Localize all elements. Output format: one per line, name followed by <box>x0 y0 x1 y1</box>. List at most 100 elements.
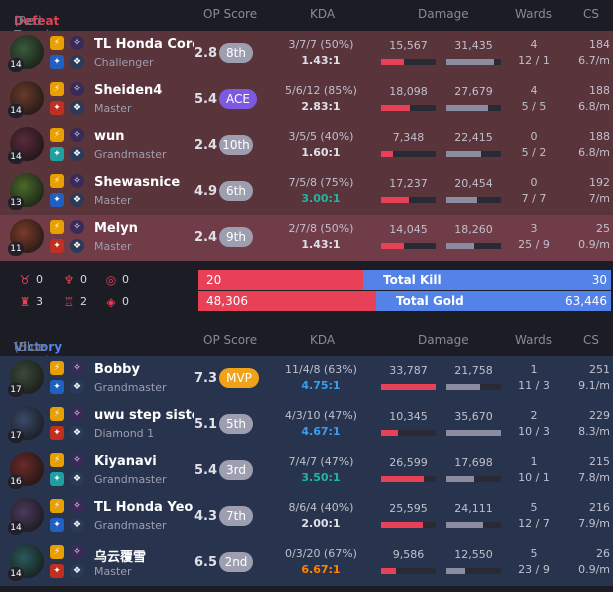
kda-ratio: 1.60:1 <box>301 146 341 159</box>
op-score-header: OP Score <box>203 7 258 21</box>
creep-score: 188 <box>589 84 610 97</box>
damage-header: Damage <box>418 333 469 347</box>
kda-score: 3/5/5 (40%) <box>288 130 354 143</box>
summoner-spell-icon[interactable]: ✦ <box>50 147 64 161</box>
op-score: 5.4 <box>194 92 218 107</box>
summoner-spell-icon[interactable]: ✦ <box>50 380 64 394</box>
red-player-row[interactable]: 14 ⚡ ✦ ✧ ❖ wun Grandmaster 2.4 10th 3/5/… <box>0 123 613 169</box>
summoner-name[interactable]: TL Honda Core... <box>94 37 194 52</box>
op-score: 5.4 <box>194 463 218 478</box>
damage-taken-bar <box>446 59 501 65</box>
damage-dealt: 25,595 <box>389 502 428 515</box>
secondary-rune-icon[interactable]: ❖ <box>70 147 84 161</box>
summoner-spell-flash-icon[interactable]: ⚡ <box>50 407 64 421</box>
keystone-rune-icon[interactable]: ✧ <box>70 453 84 467</box>
blue-player-row[interactable]: 17 ⚡ ✦ ✧ ❖ uwu step sister Diamond 1 5.1… <box>0 402 613 448</box>
secondary-rune-icon[interactable]: ❖ <box>70 101 84 115</box>
keystone-rune-icon[interactable]: ✧ <box>70 82 84 96</box>
op-score-header: OP Score <box>203 333 258 347</box>
kda-score: 3/7/7 (50%) <box>288 38 354 51</box>
red-player-row[interactable]: 13 ⚡ ✦ ✧ ❖ Shewasnice Master 4.9 6th 7/5… <box>0 169 613 215</box>
damage-taken-bar <box>446 476 501 482</box>
keystone-rune-icon[interactable]: ✧ <box>70 128 84 142</box>
champion-level: 11 <box>8 242 24 256</box>
blue-player-row[interactable]: 17 ⚡ ✦ ✧ ❖ Bobby Grandmaster 7.3 MVP 11/… <box>0 356 613 402</box>
summoner-spell-icon[interactable]: ✦ <box>50 472 64 486</box>
summoner-spell-icon[interactable]: ✦ <box>50 518 64 532</box>
damage-dealt-bar <box>381 430 436 436</box>
champion-level: 14 <box>8 521 24 535</box>
summoner-name[interactable]: wun <box>94 129 194 144</box>
kda-score: 0/3/20 (67%) <box>285 547 357 560</box>
secondary-rune-icon[interactable]: ❖ <box>70 518 84 532</box>
keystone-rune-icon[interactable]: ✧ <box>70 174 84 188</box>
keystone-rune-icon[interactable]: ✧ <box>70 361 84 375</box>
blue-player-row[interactable]: 14 ⚡ ✦ ✧ ❖ 乌云覆雪 Master 6.5 2nd 0/3/20 (6… <box>0 540 613 586</box>
control-wards: 5 <box>530 501 538 514</box>
secondary-rune-icon[interactable]: ❖ <box>70 193 84 207</box>
kda-ratio: 3.00:1 <box>301 192 341 205</box>
secondary-rune-icon[interactable]: ❖ <box>70 426 84 440</box>
summoner-spell-flash-icon[interactable]: ⚡ <box>50 36 64 50</box>
creep-score: 251 <box>589 363 610 376</box>
damage-dealt-bar <box>381 151 436 157</box>
red-player-row[interactable]: 14 ⚡ ✦ ✧ ❖ Sheiden4 Master 5.4 ACE 5/6/1… <box>0 77 613 123</box>
secondary-rune-icon[interactable]: ❖ <box>70 239 84 253</box>
keystone-rune-icon[interactable]: ✧ <box>70 545 84 559</box>
summoner-spell-flash-icon[interactable]: ⚡ <box>50 545 64 559</box>
keystone-rune-icon[interactable]: ✧ <box>70 407 84 421</box>
summoner-spell-icon[interactable]: ✦ <box>50 193 64 207</box>
summoner-name[interactable]: Kiyanavi <box>94 454 194 469</box>
summoner-name[interactable]: Melyn <box>94 221 194 236</box>
secondary-rune-icon[interactable]: ❖ <box>70 55 84 69</box>
wards-placed-killed: 5 / 2 <box>521 146 547 159</box>
summoner-tier: Master <box>94 194 132 207</box>
red-player-row[interactable]: 11 ⚡ ✦ ✧ ❖ Melyn Master 2.4 9th 2/7/8 (5… <box>0 215 613 261</box>
summoner-spell-flash-icon[interactable]: ⚡ <box>50 220 64 234</box>
summoner-name[interactable]: Bobby <box>94 362 194 377</box>
champion-level: 14 <box>8 150 24 164</box>
summoner-name[interactable]: 乌云覆雪 <box>94 546 194 565</box>
keystone-rune-icon[interactable]: ✧ <box>70 499 84 513</box>
red-player-row[interactable]: 14 ⚡ ✦ ✧ ❖ TL Honda Core... Challenger 2… <box>0 31 613 77</box>
champion-level: 17 <box>8 429 24 443</box>
damage-taken: 31,435 <box>454 39 493 52</box>
wards-placed-killed: 12 / 7 <box>518 517 550 530</box>
summoner-spell-icon[interactable]: ✦ <box>50 239 64 253</box>
cs-per-minute: 6.7/m <box>578 54 610 67</box>
blue-player-row[interactable]: 14 ⚡ ✦ ✧ ❖ TL Honda Yeon Grandmaster 4.3… <box>0 494 613 540</box>
blue-player-row[interactable]: 16 ⚡ ✦ ✧ ❖ Kiyanavi Grandmaster 5.4 3rd … <box>0 448 613 494</box>
dragon-count: ♆ 0 <box>63 273 87 287</box>
summoner-name[interactable]: Shewasnice <box>94 175 194 190</box>
secondary-rune-icon[interactable]: ❖ <box>70 380 84 394</box>
summoner-spell-flash-icon[interactable]: ⚡ <box>50 453 64 467</box>
summoner-name[interactable]: TL Honda Yeon <box>94 500 194 515</box>
summoner-spell-icon[interactable]: ✦ <box>50 426 64 440</box>
summoner-spell-icon[interactable]: ✦ <box>50 101 64 115</box>
kda-score: 8/6/4 (40%) <box>288 501 354 514</box>
summoner-spell-flash-icon[interactable]: ⚡ <box>50 128 64 142</box>
kda-score: 11/4/8 (63%) <box>285 363 357 376</box>
summoner-spell-flash-icon[interactable]: ⚡ <box>50 499 64 513</box>
summoner-spell-flash-icon[interactable]: ⚡ <box>50 174 64 188</box>
secondary-rune-icon[interactable]: ❖ <box>70 564 84 578</box>
damage-dealt-bar <box>381 105 436 111</box>
kda-score: 7/4/7 (47%) <box>288 455 354 468</box>
summoner-spell-icon[interactable]: ✦ <box>50 55 64 69</box>
red-team-header: Defeat (Red Team) OP Score KDA Damage Wa… <box>14 7 599 42</box>
cs-header: CS <box>583 333 599 347</box>
summoner-spell-icon[interactable]: ✦ <box>50 564 64 578</box>
summoner-spell-flash-icon[interactable]: ⚡ <box>50 361 64 375</box>
keystone-rune-icon[interactable]: ✧ <box>70 220 84 234</box>
dragon-icon: ♆ <box>63 273 75 287</box>
keystone-rune-icon[interactable]: ✧ <box>70 36 84 50</box>
damage-taken: 35,670 <box>454 410 493 423</box>
summoner-spell-flash-icon[interactable]: ⚡ <box>50 82 64 96</box>
damage-taken-bar <box>446 522 501 528</box>
cs-per-minute: 0.9/m <box>578 238 610 251</box>
summoner-name[interactable]: uwu step sister <box>94 408 194 423</box>
op-score: 2.8 <box>194 46 218 61</box>
summoner-name[interactable]: Sheiden4 <box>94 83 194 98</box>
total-gold-bar: 48,306 Total Gold 63,446 <box>198 291 611 311</box>
secondary-rune-icon[interactable]: ❖ <box>70 472 84 486</box>
